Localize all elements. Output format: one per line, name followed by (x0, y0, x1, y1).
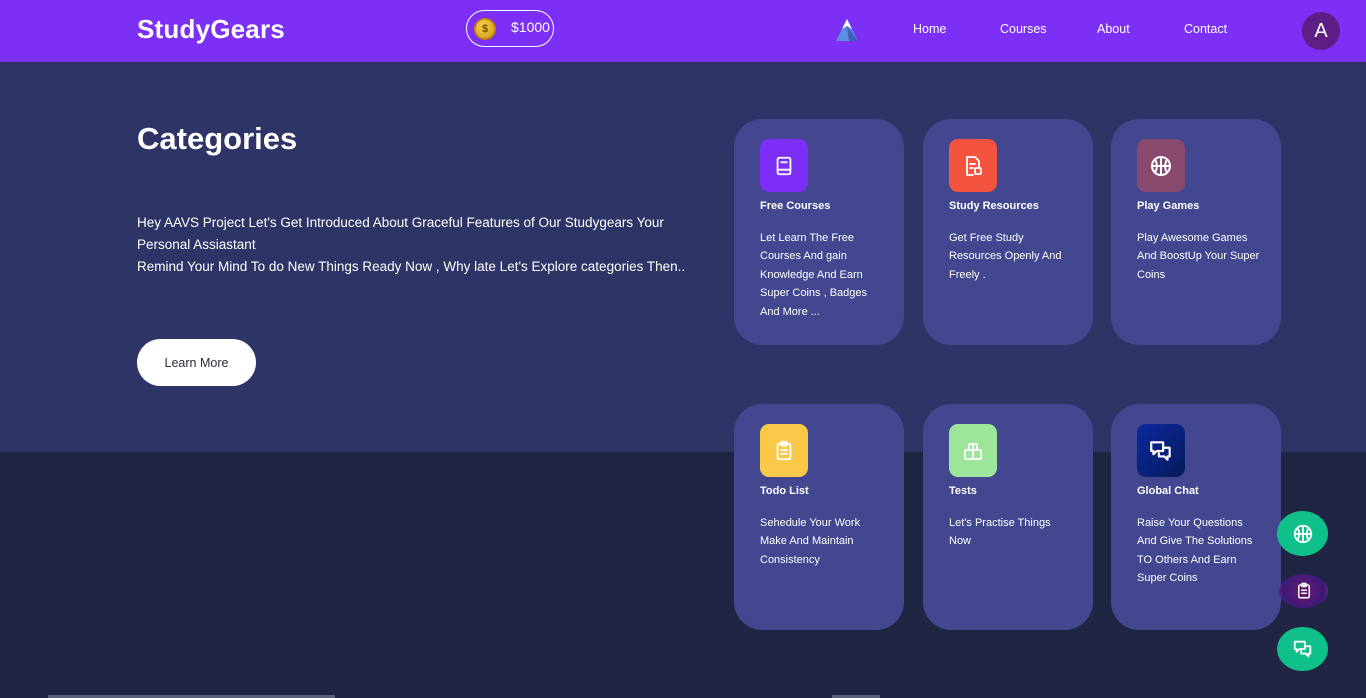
card-title: Todo List (760, 485, 809, 497)
card-text: Play Awesome Games And BoostUp Your Supe… (1137, 232, 1260, 281)
test-icon (949, 424, 997, 477)
card-text: Sehedule Your Work Make And Maintain Con… (760, 517, 861, 566)
clipboard-icon (760, 424, 808, 477)
top-navbar: StudyGears $ $1000 Home Courses About Co… (0, 0, 1366, 62)
card-free-courses[interactable]: Free Courses Let Learn The Free Courses … (734, 119, 904, 345)
brand-logo[interactable]: StudyGears (137, 14, 285, 45)
user-avatar[interactable]: A (1302, 12, 1340, 50)
learn-more-button[interactable]: Learn More (137, 339, 256, 386)
coin-amount: $1000 (511, 19, 550, 35)
chat-icon (1293, 640, 1311, 658)
basketball-icon (1293, 524, 1312, 543)
coin-icon: $ (474, 18, 496, 40)
nav-courses[interactable]: Courses (1000, 22, 1047, 36)
description-line-2: Remind Your Mind To do New Things Ready … (137, 259, 686, 274)
fab-chat[interactable] (1277, 627, 1328, 671)
card-text: Get Free Study Resources Openly And Free… (949, 232, 1062, 281)
page-title: Categories (137, 121, 298, 156)
fab-todo[interactable] (1279, 574, 1328, 608)
card-global-chat[interactable]: Global Chat Raise Your Questions And Giv… (1111, 404, 1281, 630)
description-line-1: Hey AAVS Project Let's Get Introduced Ab… (137, 215, 664, 252)
hero-description: Hey AAVS Project Let's Get Introduced Ab… (137, 212, 697, 278)
card-title: Global Chat (1137, 485, 1199, 497)
card-title: Study Resources (949, 200, 1039, 212)
card-play-games[interactable]: Play Games Play Awesome Games And BoostU… (1111, 119, 1281, 345)
nav-about[interactable]: About (1097, 22, 1130, 36)
card-todo-list[interactable]: Todo List Sehedule Your Work Make And Ma… (734, 404, 904, 630)
document-icon (949, 139, 997, 192)
basketball-icon (1137, 139, 1185, 192)
card-text: Let's Practise Things Now (949, 517, 1051, 548)
card-title: Free Courses (760, 200, 831, 212)
coin-balance[interactable]: $ $1000 (466, 10, 554, 47)
card-tests[interactable]: Tests Let's Practise Things Now (923, 404, 1093, 630)
chat-icon (1137, 424, 1185, 477)
mountain-logo-icon[interactable] (835, 17, 859, 43)
nav-home[interactable]: Home (913, 22, 946, 36)
card-title: Tests (949, 485, 977, 497)
fab-games[interactable] (1277, 511, 1328, 556)
clipboard-icon (1297, 582, 1310, 599)
nav-contact[interactable]: Contact (1184, 22, 1227, 36)
card-study-resources[interactable]: Study Resources Get Free Study Resources… (923, 119, 1093, 345)
book-icon (760, 139, 808, 192)
card-title: Play Games (1137, 200, 1200, 212)
card-text: Let Learn The Free Courses And gain Know… (760, 232, 868, 318)
card-text: Raise Your Questions And Give The Soluti… (1137, 517, 1253, 585)
